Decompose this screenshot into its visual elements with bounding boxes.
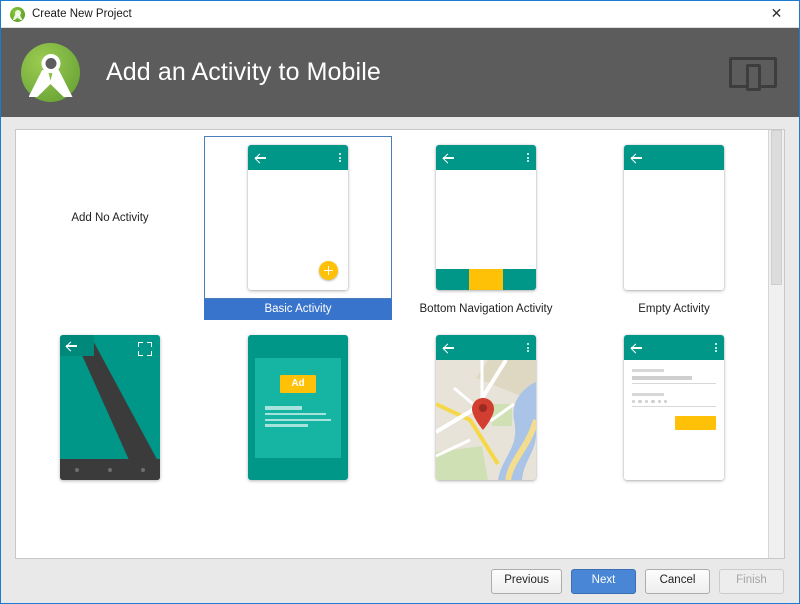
vertical-scrollbar[interactable]: [768, 130, 784, 558]
thumbnail-add-no-activity: Add No Activity: [16, 136, 204, 299]
android-studio-logo-icon: [21, 43, 80, 102]
ad-text-lines: [255, 405, 341, 431]
ad-content: Ad: [255, 357, 341, 458]
page-title: Add an Activity to Mobile: [106, 58, 381, 86]
ad-badge: Ad: [280, 374, 316, 393]
template-card-login-activity[interactable]: [580, 320, 768, 510]
thumbnail-basic-activity: [204, 136, 392, 299]
back-arrow-icon: [66, 340, 78, 352]
template-card-add-no-activity[interactable]: Add No Activity: [16, 130, 204, 320]
thumbnail-google-maps-activity: [392, 326, 580, 489]
create-new-project-dialog: Create New Project ✕ Add an Activity to …: [0, 0, 800, 604]
activity-template-panel: Add No Activity Basic Activity Bottom Na…: [15, 129, 785, 559]
app-bar: [436, 335, 536, 360]
close-icon[interactable]: ✕: [754, 1, 799, 27]
field-underline: [632, 383, 716, 384]
app-bar: [248, 145, 348, 170]
nav-dot: [74, 467, 79, 472]
floating-action-button-icon: [319, 261, 338, 280]
overflow-menu-icon: [715, 342, 717, 353]
phone-mockup: [436, 145, 536, 290]
map-view: [436, 360, 536, 480]
thumbnail-google-admob-ads-activity: Ad: [204, 326, 392, 489]
dialog-body: Add No Activity Basic Activity Bottom Na…: [1, 117, 799, 559]
email-label-placeholder: [632, 369, 664, 372]
template-grid-scroll: Add No Activity Basic Activity Bottom Na…: [16, 130, 768, 558]
nav-dot: [107, 467, 112, 472]
phone-outline: [746, 63, 761, 91]
template-card-bottom-navigation-activity[interactable]: Bottom Navigation Activity: [392, 130, 580, 320]
title-bar: Create New Project ✕: [1, 1, 799, 28]
back-arrow-icon: [443, 342, 455, 354]
app-bar: [624, 335, 724, 360]
nav-dot: [141, 467, 146, 472]
overflow-menu-icon: [527, 342, 529, 353]
email-field-placeholder: [632, 376, 693, 380]
app-bar: [60, 335, 94, 356]
app-bar: [624, 145, 724, 170]
template-caption: [16, 299, 204, 320]
template-card-basic-activity[interactable]: Basic Activity: [204, 130, 392, 320]
previous-button[interactable]: Previous: [491, 568, 562, 594]
scrollbar-thumb[interactable]: [771, 130, 782, 285]
phone-content: [248, 170, 348, 290]
thumbnail-login-activity: [580, 326, 768, 489]
template-caption: Basic Activity: [204, 299, 392, 320]
bottom-navigation-bar: [436, 269, 536, 290]
template-caption: Empty Activity: [638, 303, 710, 315]
logo-legs: [28, 70, 73, 97]
phone-mockup: [624, 145, 724, 290]
thumbnail-bottom-navigation-activity: [392, 136, 580, 299]
window-title: Create New Project: [32, 8, 132, 20]
thumbnail-empty-activity: [580, 136, 768, 299]
back-arrow-icon: [443, 152, 455, 164]
template-caption: Bottom Navigation Activity: [419, 303, 553, 315]
back-arrow-icon: [255, 152, 267, 164]
phone-mockup: Ad: [248, 335, 348, 480]
template-label: Add No Activity: [71, 211, 149, 224]
template-card-google-maps-activity[interactable]: [392, 320, 580, 510]
title-bar-left: Create New Project: [1, 6, 754, 22]
login-form: [624, 360, 724, 480]
dialog-footer: Previous Next Cancel Finish: [1, 559, 799, 603]
phone-mockup: [60, 335, 160, 480]
phone-mockup: [248, 145, 348, 290]
map-graphic: [436, 360, 536, 480]
overflow-menu-icon: [339, 152, 341, 163]
activity-template-grid: Add No Activity Basic Activity Bottom Na…: [16, 130, 768, 510]
phone-content: [624, 170, 724, 290]
template-caption: [580, 489, 768, 510]
finish-button: Finish: [719, 568, 784, 594]
template-caption: [16, 489, 204, 510]
bottom-nav-item-active: [469, 269, 503, 290]
phone-mockup: [436, 335, 536, 480]
template-card-fullscreen-activity[interactable]: [16, 320, 204, 510]
template-caption: [204, 489, 392, 510]
navigation-bar: [60, 459, 160, 480]
thumbnail-fullscreen-activity: [16, 326, 204, 489]
wizard-header: Add an Activity to Mobile: [1, 28, 799, 117]
template-card-google-admob-ads-activity[interactable]: Ad: [204, 320, 392, 510]
tablet-and-phone-icon: [729, 55, 777, 91]
phone-mockup: [624, 335, 724, 480]
password-dots: [632, 400, 716, 404]
overflow-menu-icon: [527, 152, 529, 163]
fullscreen-expand-icon: [138, 342, 152, 356]
back-arrow-icon: [631, 152, 643, 164]
back-arrow-icon: [631, 342, 643, 354]
phone-content: [436, 170, 536, 269]
cancel-button[interactable]: Cancel: [645, 568, 710, 594]
bottom-nav-item: [436, 269, 470, 290]
field-underline: [632, 406, 716, 408]
password-label-placeholder: [632, 393, 664, 396]
sign-in-button-placeholder: [675, 416, 716, 431]
template-card-empty-activity[interactable]: Empty Activity: [580, 130, 768, 320]
template-caption: [392, 489, 580, 510]
app-bar: [436, 145, 536, 170]
android-studio-icon: [10, 6, 25, 22]
next-button[interactable]: Next: [571, 568, 636, 594]
bottom-nav-item: [502, 269, 536, 290]
